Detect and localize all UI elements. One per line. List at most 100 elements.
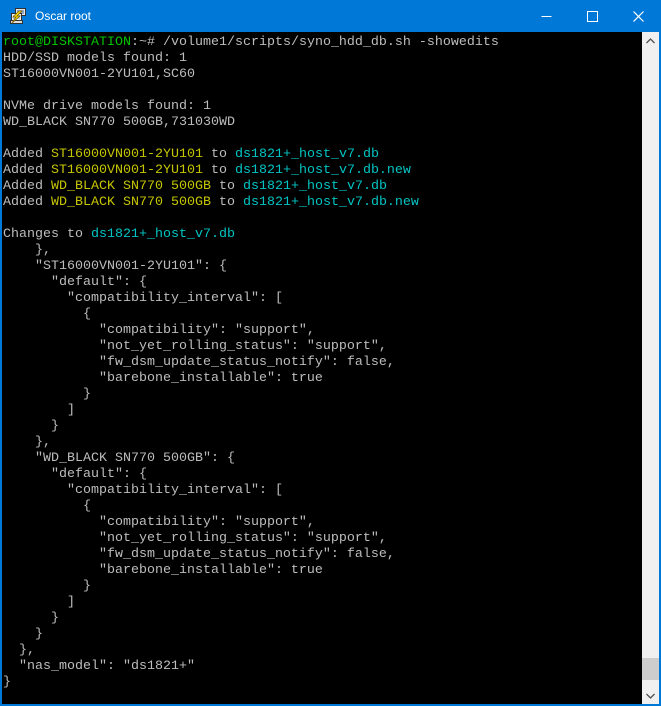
terminal-line: ] bbox=[3, 403, 642, 419]
terminal-line: { bbox=[3, 307, 642, 323]
terminal-text-segment: HDD/SSD models found: 1 bbox=[3, 51, 187, 66]
terminal-line: Added WD_BLACK SN770 500GB to ds1821+_ho… bbox=[3, 195, 642, 211]
terminal-text-segment: "compatibility": "support", bbox=[3, 323, 315, 338]
window-title: Oscar root bbox=[35, 9, 91, 23]
terminal-text-segment: "WD_BLACK SN770 500GB": { bbox=[3, 451, 235, 466]
scroll-up-button[interactable] bbox=[642, 32, 659, 49]
terminal-line bbox=[3, 83, 642, 99]
terminal-line: "nas_model": "ds1821+" bbox=[3, 659, 642, 675]
terminal-text-segment: WD_BLACK SN770 500GB bbox=[51, 179, 211, 194]
terminal-text-segment: "nas_model": "ds1821+" bbox=[3, 659, 195, 674]
terminal-line: Added ST16000VN001-2YU101 to ds1821+_hos… bbox=[3, 163, 642, 179]
terminal-line: "fw_dsm_update_status_notify": false, bbox=[3, 547, 642, 563]
titlebar[interactable]: Oscar root bbox=[0, 0, 661, 32]
terminal-line bbox=[3, 211, 642, 227]
terminal-line: "fw_dsm_update_status_notify": false, bbox=[3, 355, 642, 371]
maximize-icon bbox=[587, 11, 598, 22]
terminal-text-segment: Added bbox=[3, 179, 51, 194]
chevron-up-icon bbox=[646, 38, 655, 44]
terminal-text-segment: "compatibility_interval": [ bbox=[3, 291, 283, 306]
terminal-line: NVMe drive models found: 1 bbox=[3, 99, 642, 115]
terminal-text-segment: Added bbox=[3, 195, 51, 210]
terminal-line: } bbox=[3, 579, 642, 595]
terminal-line: } bbox=[3, 627, 642, 643]
terminal-text-segment: root@DISKSTATION bbox=[3, 35, 131, 50]
terminal-text-segment: "not_yet_rolling_status": "support", bbox=[3, 339, 387, 354]
terminal-text-segment: Added bbox=[3, 147, 51, 162]
terminal-text-segment: NVMe drive models found: 1 bbox=[3, 99, 211, 114]
terminal-text-segment: to bbox=[211, 179, 243, 194]
terminal-text-segment: WD_BLACK SN770 500GB bbox=[51, 195, 211, 210]
close-button[interactable] bbox=[615, 0, 661, 32]
terminal-text-segment: ] bbox=[3, 403, 75, 418]
scrollbar[interactable] bbox=[642, 32, 659, 704]
terminal-text-segment: } bbox=[3, 419, 59, 434]
terminal-text-segment: to bbox=[203, 147, 235, 162]
terminal-text-segment: } bbox=[3, 627, 43, 642]
scrollbar-thumb[interactable] bbox=[642, 658, 659, 680]
terminal-text-segment: }, bbox=[3, 243, 51, 258]
terminal-line: } bbox=[3, 611, 642, 627]
terminal-line: } bbox=[3, 387, 642, 403]
terminal-line: }, bbox=[3, 243, 642, 259]
terminal-text-segment: { bbox=[3, 307, 91, 322]
terminal-text-segment: { bbox=[3, 499, 91, 514]
terminal-text-segment: } bbox=[3, 611, 59, 626]
terminal-text-segment: } bbox=[3, 387, 91, 402]
terminal-line: } bbox=[3, 419, 642, 435]
terminal-line: Changes to ds1821+_host_v7.db bbox=[3, 227, 642, 243]
terminal-line: } bbox=[3, 675, 642, 691]
terminal-line: "not_yet_rolling_status": "support", bbox=[3, 339, 642, 355]
terminal-line: "WD_BLACK SN770 500GB": { bbox=[3, 451, 642, 467]
terminal-text-segment: ST16000VN001-2YU101,SC60 bbox=[3, 67, 195, 82]
terminal-line: Added ST16000VN001-2YU101 to ds1821+_hos… bbox=[3, 147, 642, 163]
terminal-text-segment: ] bbox=[3, 595, 75, 610]
terminal-line: { bbox=[3, 499, 642, 515]
chevron-down-icon bbox=[646, 693, 655, 699]
putty-app-icon bbox=[9, 7, 27, 25]
minimize-icon bbox=[541, 11, 552, 22]
terminal-line: "compatibility": "support", bbox=[3, 515, 642, 531]
terminal-text-segment: to bbox=[211, 195, 243, 210]
terminal-text-segment: "default": { bbox=[3, 467, 147, 482]
terminal-line: HDD/SSD models found: 1 bbox=[3, 51, 642, 67]
maximize-button[interactable] bbox=[569, 0, 615, 32]
terminal-text-segment: }, bbox=[3, 643, 35, 658]
terminal-line: "default": { bbox=[3, 467, 642, 483]
terminal-text-segment: to bbox=[203, 163, 235, 178]
terminal-line: "barebone_installable": true bbox=[3, 371, 642, 387]
terminal-line bbox=[3, 131, 642, 147]
terminal-text-segment: } bbox=[3, 675, 11, 690]
terminal[interactable]: root@DISKSTATION:~# /volume1/scripts/syn… bbox=[0, 32, 661, 706]
terminal-text-segment: Added bbox=[3, 163, 51, 178]
terminal-line: WD_BLACK SN770 500GB,731030WD bbox=[3, 115, 642, 131]
terminal-text-segment: } bbox=[3, 579, 91, 594]
terminal-text-segment: ds1821+_host_v7.db.new bbox=[235, 163, 411, 178]
scroll-down-button[interactable] bbox=[642, 687, 659, 704]
minimize-button[interactable] bbox=[523, 0, 569, 32]
terminal-line: root@DISKSTATION:~# /volume1/scripts/syn… bbox=[3, 35, 642, 51]
terminal-text-segment: }, bbox=[3, 435, 51, 450]
terminal-line: }, bbox=[3, 435, 642, 451]
terminal-text-segment: "barebone_installable": true bbox=[3, 371, 323, 386]
terminal-line: Added WD_BLACK SN770 500GB to ds1821+_ho… bbox=[3, 179, 642, 195]
terminal-text-segment: Changes to bbox=[3, 227, 91, 242]
terminal-line: "compatibility_interval": [ bbox=[3, 291, 642, 307]
terminal-text-segment: "compatibility_interval": [ bbox=[3, 483, 283, 498]
terminal-line: "compatibility": "support", bbox=[3, 323, 642, 339]
window-controls bbox=[523, 0, 661, 32]
terminal-text-segment: ds1821+_host_v7.db bbox=[235, 147, 379, 162]
terminal-line: "ST16000VN001-2YU101": { bbox=[3, 259, 642, 275]
terminal-line: "barebone_installable": true bbox=[3, 563, 642, 579]
terminal-text-segment: "ST16000VN001-2YU101": { bbox=[3, 259, 227, 274]
terminal-text-segment: "default": { bbox=[3, 275, 147, 290]
terminal-text-segment: ds1821+_host_v7.db bbox=[91, 227, 235, 242]
terminal-text-segment: :~# /volume1/scripts/syno_hdd_db.sh -sho… bbox=[131, 35, 499, 50]
terminal-line: "default": { bbox=[3, 275, 642, 291]
terminal-line: "not_yet_rolling_status": "support", bbox=[3, 531, 642, 547]
terminal-text-segment: "barebone_installable": true bbox=[3, 563, 323, 578]
terminal-text-segment: ds1821+_host_v7.db.new bbox=[243, 195, 419, 210]
terminal-output: root@DISKSTATION:~# /volume1/scripts/syn… bbox=[3, 35, 642, 704]
terminal-text-segment: ST16000VN001-2YU101 bbox=[51, 163, 203, 178]
terminal-line: ST16000VN001-2YU101,SC60 bbox=[3, 67, 642, 83]
